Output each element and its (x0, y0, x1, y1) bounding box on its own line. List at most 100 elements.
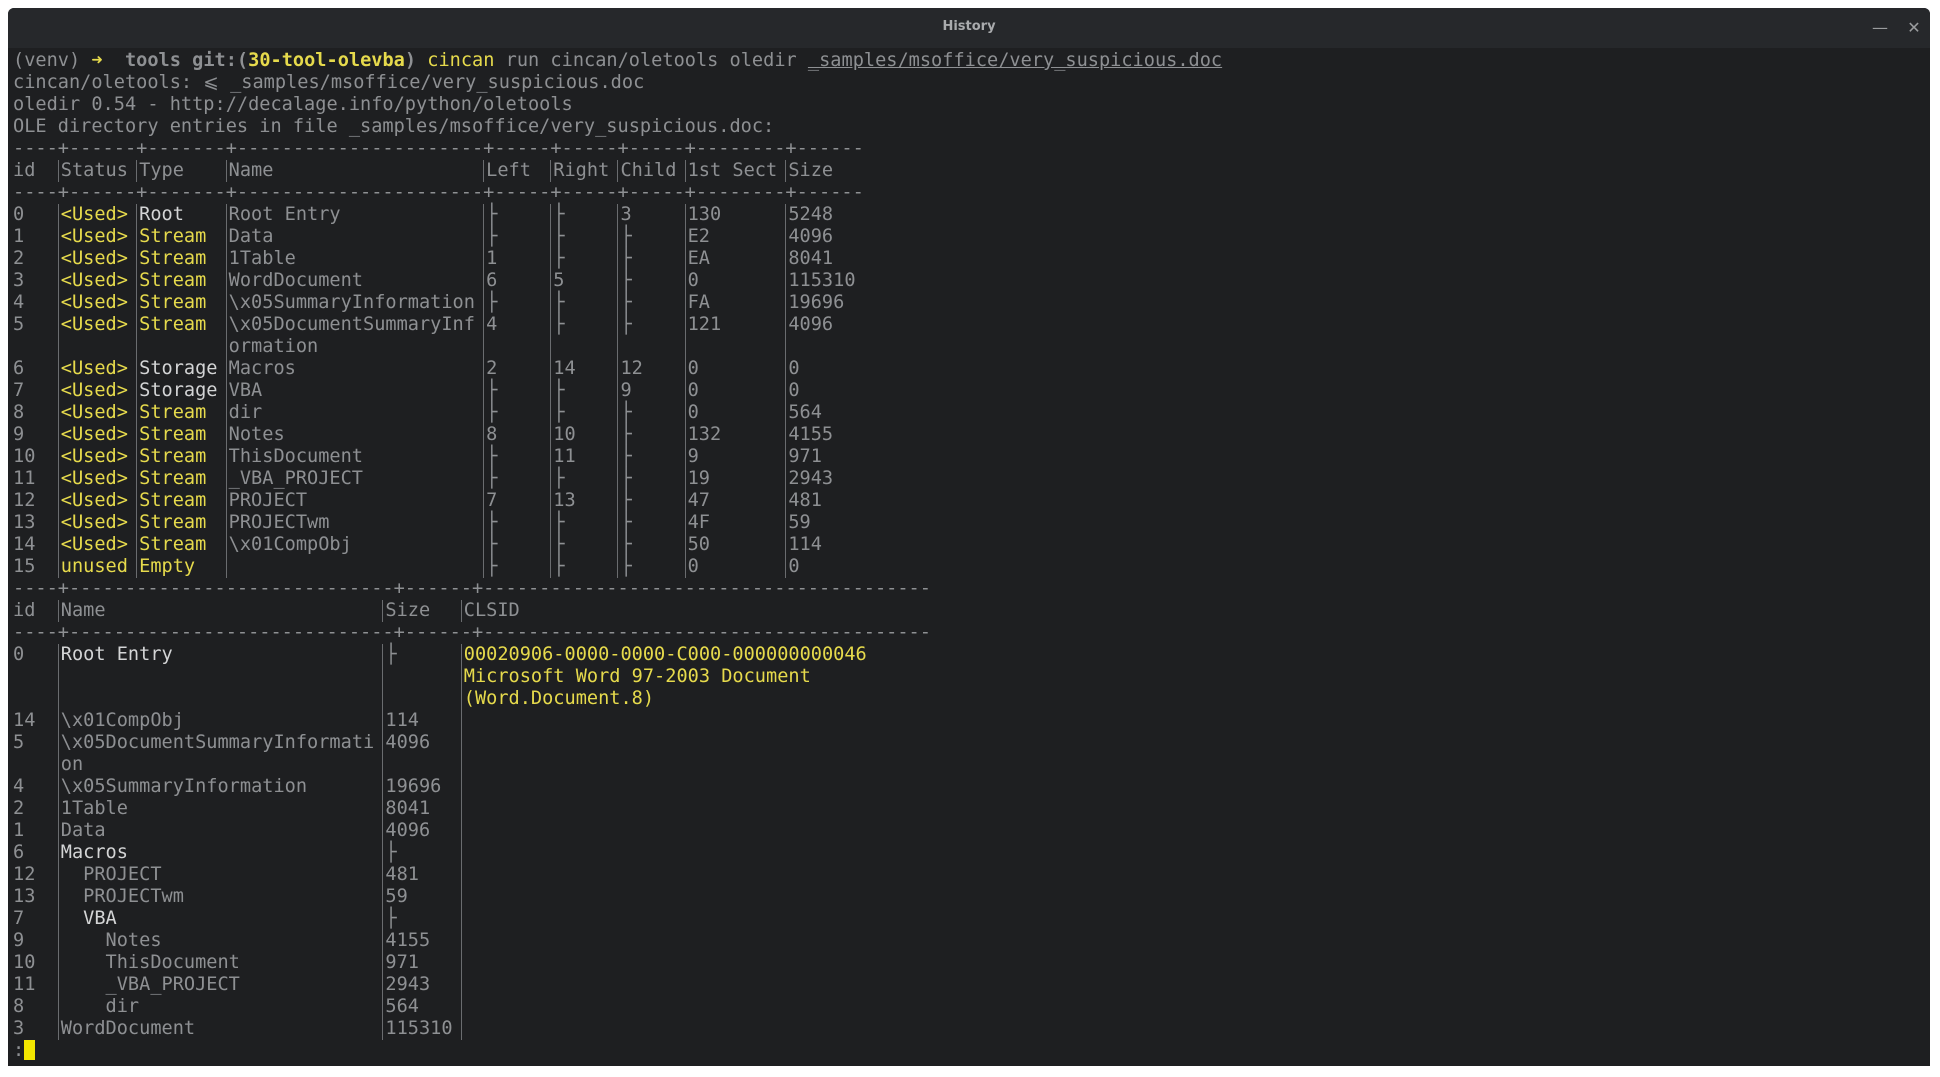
cell-name: _VBA_PROJECT (225, 468, 483, 490)
clsid-line: (Word.Document.8) (463, 688, 655, 709)
header-name: Name (225, 160, 483, 182)
cell-name: 1Table (225, 248, 483, 270)
cell-id: 2 (13, 798, 25, 819)
close-icon[interactable]: ✕ (1902, 16, 1926, 40)
table-row: 9 <Used> Stream Notes 8 10 ├ 132 4155 (13, 424, 1930, 446)
prompt-arrow-icon: ➜ (91, 50, 103, 71)
cell-id: 2 (13, 248, 25, 269)
cell-first-sector: 50 (684, 534, 786, 556)
cell-right: ├ (550, 292, 617, 314)
minimize-icon[interactable]: — (1868, 16, 1892, 40)
cell-id: 0 (13, 644, 25, 665)
table-row: 15 unused Empty ├ ├ ├ 0 0 (13, 556, 1930, 578)
cell-right: ├ (550, 226, 617, 248)
cell-clsid (460, 732, 920, 776)
cell-size: 5248 (785, 204, 863, 226)
cell-status: <Used> (57, 380, 136, 402)
cell-child: ├ (617, 226, 684, 248)
cell-left: ├ (483, 468, 550, 490)
cell-clsid (460, 1018, 920, 1040)
table-rule: ----+------+-------+--------------------… (13, 138, 864, 159)
cell-child: ├ (617, 314, 684, 358)
table-row: 6 <Used> Storage Macros 2 14 12 0 0 (13, 358, 1930, 380)
cell-name: Root Entry (225, 204, 483, 226)
cell-id: 6 (13, 358, 25, 379)
cell-id: 9 (13, 930, 25, 951)
terminal-output[interactable]: (venv) ➜ tools git:(30-tool-olevba) cinc… (13, 50, 1930, 1062)
cell-size: 4096 (382, 732, 460, 776)
cell-type: Stream (136, 534, 226, 556)
command-file-path[interactable]: _samples/msoffice/very_suspicious.doc (808, 50, 1222, 71)
header-size: Size (382, 600, 460, 622)
cell-name: \x05SummaryInformation (57, 776, 383, 798)
cell-id: 10 (13, 952, 36, 973)
terminal-window: History — ✕ (venv) ➜ tools git:(30-tool-… (8, 8, 1930, 1066)
table-row: 5 <Used> Stream \x05DocumentSummaryInformat… (13, 314, 1930, 358)
cell-name: \x05SummaryInformation (225, 292, 483, 314)
cell-size: 971 (785, 446, 863, 468)
cell-status: <Used> (57, 446, 136, 468)
cell-child: ├ (617, 468, 684, 490)
cell-name: VBA (225, 380, 483, 402)
table-row: 12 PROJECT 481 (13, 864, 1930, 886)
cell-size: 4096 (382, 820, 460, 842)
cell-name: \x01CompObj (225, 534, 483, 556)
cell-right: ├ (550, 512, 617, 534)
pager-prompt-line[interactable]: : (13, 1040, 1930, 1062)
cell-first-sector: E2 (684, 226, 786, 248)
cell-child: ├ (617, 556, 684, 578)
cell-left: 2 (483, 358, 550, 380)
cell-id: 0 (13, 204, 25, 225)
cell-name: \x05DocumentSummaryInformation (225, 314, 483, 358)
table-row: 9 Notes 4155 (13, 930, 1930, 952)
table-row: 7 <Used> Storage VBA ├ ├ 9 0 0 (13, 380, 1930, 402)
table-row: 4 <Used> Stream \x05SummaryInformation ├ ├ ├ FA… (13, 292, 1930, 314)
cell-left: ├ (483, 380, 550, 402)
cell-first-sector: 130 (684, 204, 786, 226)
cell-right: ├ (550, 534, 617, 556)
cell-first-sector: 47 (684, 490, 786, 512)
cell-right: ├ (550, 204, 617, 226)
cell-name: WordDocument (57, 1018, 383, 1040)
cell-id: 1 (13, 226, 25, 247)
cell-first-sector: 0 (684, 556, 786, 578)
table-rule: ----+------+-------+--------------------… (13, 182, 864, 203)
cell-size: 0 (785, 358, 863, 380)
header-id: id (13, 600, 36, 621)
table-row: 5 \x05DocumentSummaryInformation 4096 (13, 732, 1930, 776)
cell-status: <Used> (57, 468, 136, 490)
cell-right: 14 (550, 358, 617, 380)
table-row: 7 VBA ├ (13, 908, 1930, 930)
header-clsid: CLSID (460, 600, 920, 622)
directory-tree-table: id Name Size CLSID ----+--------------------… (13, 600, 1930, 1040)
cell-clsid (460, 930, 920, 952)
table-row: 14 <Used> Stream \x01CompObj ├ ├ ├ 50 114 (13, 534, 1930, 556)
table-row: 13 <Used> Stream PROJECTwm ├ ├ ├ 4F 59 (13, 512, 1930, 534)
cell-type: Stream (136, 314, 226, 358)
cell-id: 7 (13, 908, 25, 929)
table-row: 3 <Used> Stream WordDocument 6 5 ├ 0 115310 (13, 270, 1930, 292)
cell-child: ├ (617, 248, 684, 270)
cell-clsid (460, 996, 920, 1018)
cell-child: ├ (617, 292, 684, 314)
cell-first-sector: 19 (684, 468, 786, 490)
header-status: Status (57, 160, 136, 182)
cell-name: Root Entry (57, 644, 383, 710)
cell-right: ├ (550, 380, 617, 402)
window-title: History (942, 19, 996, 34)
cell-right: ├ (550, 248, 617, 270)
cell-size: 114 (785, 534, 863, 556)
header-child: Child (617, 160, 684, 182)
cell-name: dir (225, 402, 483, 424)
cell-status: <Used> (57, 490, 136, 512)
table-rule: ----+-----------------------------+-----… (13, 578, 931, 599)
cell-type: Stream (136, 292, 226, 314)
clsid-line: Microsoft Word 97-2003 Document (463, 666, 811, 687)
table-header-row: id Name Size CLSID (13, 600, 1930, 622)
cell-type: Stream (136, 512, 226, 534)
text-cursor (24, 1040, 36, 1060)
pager-prompt: : (13, 1040, 25, 1061)
cell-name: \x05DocumentSummaryInformation (57, 732, 383, 776)
cell-left: ├ (483, 512, 550, 534)
cell-id: 1 (13, 820, 25, 841)
